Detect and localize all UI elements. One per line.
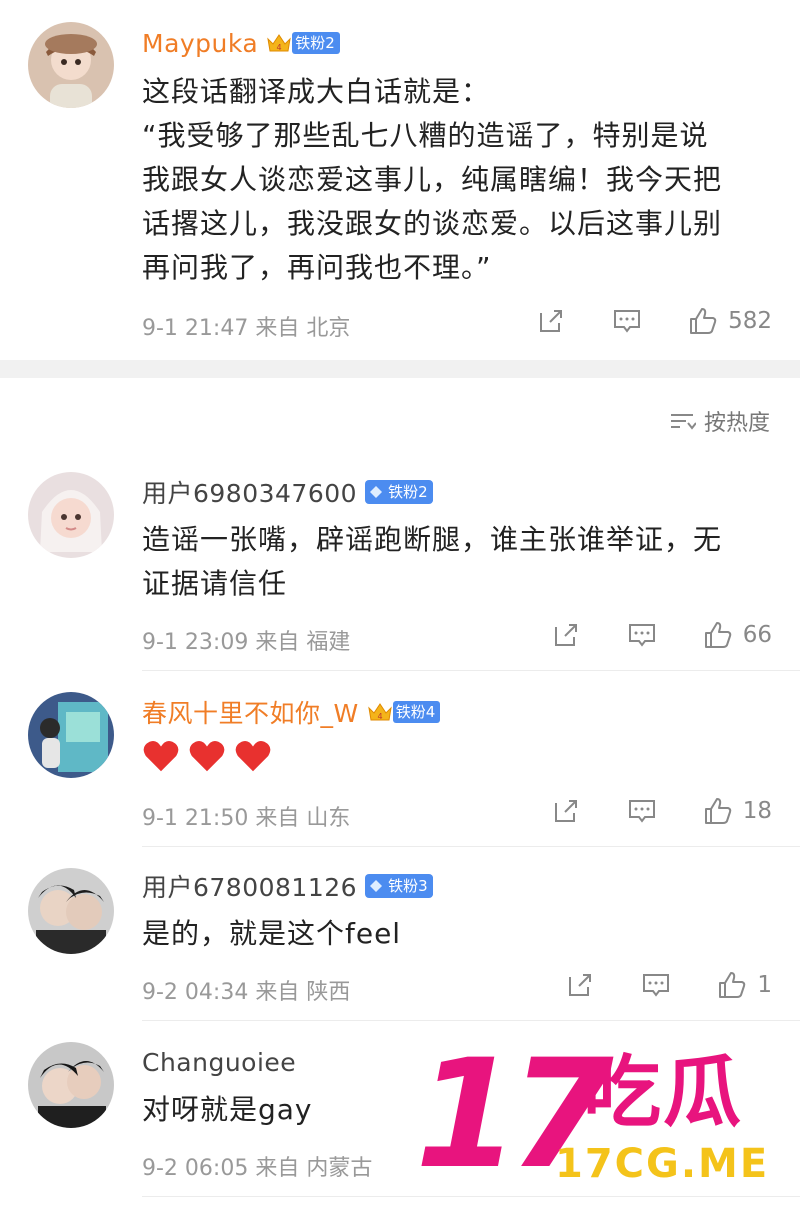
avatar[interactable]	[28, 692, 114, 778]
avatar[interactable]	[28, 22, 114, 108]
comment-line: “我受够了那些乱七八糟的造谣了，特别是说	[142, 119, 709, 152]
share-button[interactable]	[551, 796, 581, 826]
comment-text: 这段话翻译成大白话就是： “我受够了那些乱七八糟的造谣了，特别是说 我跟女人谈恋…	[142, 70, 772, 290]
watermark-logo: 17 吃瓜 17CG.ME	[415, 1040, 795, 1190]
share-button[interactable]	[536, 306, 566, 336]
share-icon	[554, 624, 577, 646]
username[interactable]: 用户6980347600	[142, 474, 357, 510]
fan-badge[interactable]: 4 铁粉2	[266, 31, 340, 55]
avatar-image	[28, 1042, 114, 1128]
reply-button[interactable]	[627, 796, 657, 826]
crown-icon: 4	[367, 703, 392, 721]
heart-emoji-icon	[143, 740, 179, 772]
comment-line: 造谣一张嘴，辟谣跑断腿，谁主张谁举证，无	[142, 523, 723, 556]
avatar-image	[28, 868, 114, 954]
divider	[142, 670, 800, 671]
fan-badge-label: 铁粉4	[392, 701, 441, 723]
comment-meta: 9-1 21:50 来自 山东	[142, 806, 351, 831]
comment-meta: 9-2 04:34 来自 陕西	[142, 980, 351, 1005]
svg-text:4: 4	[277, 43, 282, 52]
like-count: 66	[742, 622, 772, 648]
watermark-url: 17CG.ME	[555, 1141, 770, 1187]
avatar-image	[28, 692, 114, 778]
avatar-image	[28, 22, 114, 108]
comment-meta: 9-1 23:09 来自 福建	[142, 630, 351, 655]
username[interactable]: Changuoiee	[142, 1048, 296, 1077]
comment-text: 是的，就是这个feel	[142, 912, 401, 956]
username[interactable]: 用户6780081126	[142, 868, 357, 904]
comment-meta: 9-1 21:47 来自 北京	[142, 316, 351, 341]
divider	[142, 846, 800, 847]
sort-label: 按热度	[703, 411, 770, 436]
comment-line: 是的，就是这个feel	[142, 917, 402, 950]
fan-badge-label: 铁粉2	[292, 32, 340, 54]
heart-emoji-icon	[189, 740, 225, 772]
avatar[interactable]	[28, 868, 114, 954]
share-icon	[569, 974, 592, 996]
diamond-icon	[370, 486, 383, 498]
reply-button[interactable]	[641, 970, 671, 1000]
share-button[interactable]	[551, 620, 581, 650]
username[interactable]: Maypuka	[142, 29, 258, 58]
comment-text: 对呀就是gay	[142, 1088, 313, 1132]
comment-icon	[628, 624, 655, 647]
heart-emoji-icon	[235, 740, 271, 772]
thumbs-up-icon	[704, 798, 731, 824]
thumbs-up-icon	[719, 972, 746, 998]
comment-meta: 9-2 06:05 来自 内蒙古	[142, 1156, 373, 1181]
fan-badge[interactable]: 铁粉2	[365, 480, 433, 504]
sort-toggle[interactable]: 按热度	[668, 405, 770, 437]
fan-badge[interactable]: 铁粉3	[365, 874, 433, 898]
diamond-icon	[370, 880, 383, 892]
reply-button[interactable]	[627, 620, 657, 650]
sort-icon	[670, 414, 696, 430]
like-button[interactable]: 1	[717, 970, 772, 1000]
fan-badge-label: 铁粉2	[385, 481, 433, 503]
share-icon	[554, 800, 577, 822]
comment-text: 造谣一张嘴，辟谣跑断腿，谁主张谁举证，无 证据请信任	[142, 518, 772, 606]
comment-line: 话撂这儿，我没跟女的谈恋爱。以后这事儿别	[142, 207, 723, 240]
crown-icon: 4	[267, 34, 292, 52]
section-divider	[0, 360, 800, 378]
svg-text:4: 4	[377, 712, 382, 721]
fan-badge-label: 铁粉3	[385, 875, 433, 897]
username[interactable]: 春风十里不如你_W	[142, 694, 359, 730]
heart-row	[142, 738, 272, 774]
like-button[interactable]: 18	[703, 796, 772, 826]
reply-button[interactable]	[612, 306, 642, 336]
watermark-chinese: 吃瓜	[583, 1048, 744, 1138]
avatar[interactable]	[28, 1042, 114, 1128]
thumbs-up-icon	[690, 308, 717, 334]
divider	[142, 1020, 800, 1021]
comment-line: 我跟女人谈恋爱这事儿，纯属瞎编！我今天把	[142, 163, 723, 196]
avatar[interactable]	[28, 472, 114, 558]
comment-text	[142, 738, 272, 774]
comment-line: 对呀就是gay	[142, 1093, 313, 1126]
fan-badge[interactable]: 4 铁粉4	[367, 700, 441, 724]
share-icon	[540, 310, 563, 332]
comment-line: 证据请信任	[142, 567, 288, 600]
comment-icon	[628, 800, 655, 823]
like-count: 1	[757, 972, 772, 998]
thumbs-up-icon	[704, 622, 731, 648]
like-button[interactable]: 582	[688, 306, 772, 336]
comment-line: 这段话翻译成大白话就是：	[142, 75, 491, 108]
like-count: 582	[728, 308, 772, 334]
avatar-image	[28, 472, 114, 558]
comment-icon	[614, 310, 641, 333]
comment-icon	[643, 974, 670, 997]
like-button[interactable]: 66	[703, 620, 772, 650]
share-button[interactable]	[565, 970, 595, 1000]
like-count: 18	[742, 798, 772, 824]
comment-line: 再问我了，再问我也不理。”	[142, 251, 492, 284]
